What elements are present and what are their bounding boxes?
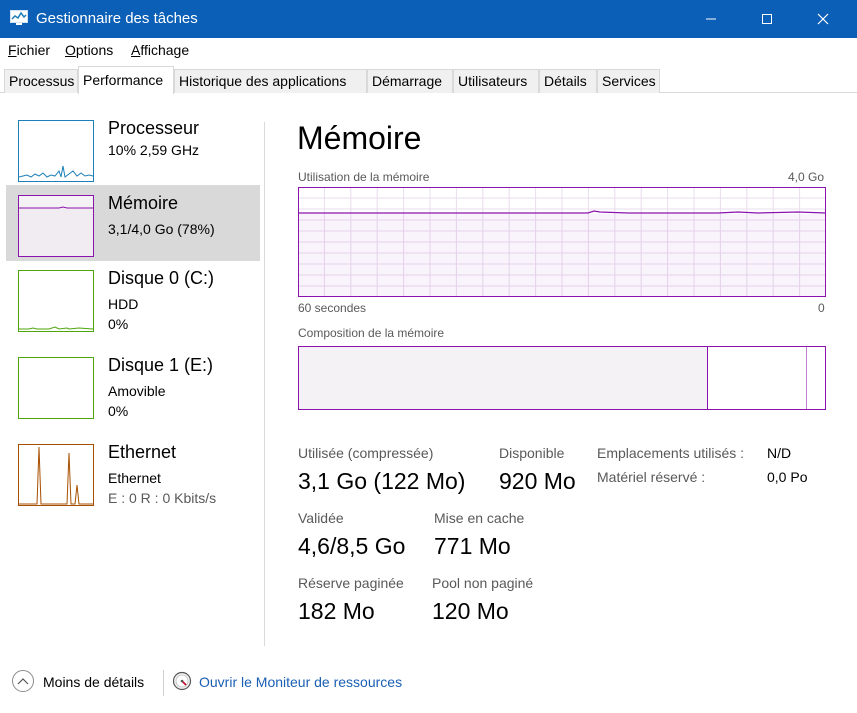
- used-value: 3,1 Go (122 Mo): [298, 468, 466, 494]
- resource-name: Disque 1 (E:): [108, 355, 214, 375]
- tab-demarrage[interactable]: Démarrage: [367, 69, 453, 93]
- ethernet-sparkline: [19, 446, 93, 505]
- resource-monitor-icon[interactable]: [172, 671, 192, 691]
- slots-label: Emplacements utilisés :: [597, 445, 745, 461]
- menu-accel: A: [131, 42, 141, 58]
- tab-services[interactable]: Services: [597, 69, 660, 93]
- resource-memory[interactable]: Mémoire 3,1/4,0 Go (78%): [6, 185, 260, 261]
- resource-disk-0[interactable]: Disque 0 (C:) HDD 0%: [6, 260, 260, 336]
- tab-historique[interactable]: Historique des applications: [174, 69, 367, 93]
- fewer-details-button[interactable]: Moins de détails: [43, 674, 144, 690]
- composition-label: Composition de la mémoire: [298, 326, 445, 340]
- disk0-thumbnail: [18, 270, 94, 332]
- open-resource-monitor-link[interactable]: Ouvrir le Moniteur de ressources: [199, 674, 402, 690]
- tab-processus[interactable]: Processus: [4, 69, 78, 93]
- time-axis-end: 0: [818, 301, 825, 315]
- memory-thumbnail: [18, 195, 94, 257]
- slots-value: N/D: [767, 445, 792, 461]
- window-title: Gestionnaire des tâches: [36, 10, 198, 27]
- nonpaged-pool-label: Pool non paginé: [432, 575, 534, 591]
- footer: Moins de détails Ouvrir le Moniteur de r…: [0, 654, 857, 713]
- resource-name: Ethernet: [108, 442, 177, 462]
- resource-disk-1[interactable]: Disque 1 (E:) Amovible 0%: [6, 347, 260, 423]
- memory-composition-bar: [298, 346, 826, 410]
- tab-performance[interactable]: Performance: [78, 66, 174, 94]
- menu-label: ptions: [75, 42, 114, 58]
- resource-ethernet[interactable]: Ethernet Ethernet E : 0 R : 0 Kbits/s: [6, 434, 260, 510]
- menu-label: ffichage: [140, 42, 190, 58]
- committed-label: Validée: [298, 510, 344, 526]
- chevron-up-icon[interactable]: [12, 670, 34, 692]
- tab-utilisateurs[interactable]: Utilisateurs: [453, 69, 539, 93]
- resource-name: Processeur: [108, 118, 200, 138]
- menu-bar: Fichier Options Affichage: [0, 38, 857, 64]
- resource-detail: 10% 2,59 GHz: [108, 142, 200, 158]
- composition-modified: [806, 347, 807, 409]
- close-icon: [817, 13, 829, 25]
- tab-bar: Processus Performance Historique des app…: [0, 66, 857, 94]
- title-bar: Gestionnaire des tâches: [0, 0, 857, 38]
- reserved-value: 0,0 Po: [767, 469, 808, 485]
- maximize-icon: [762, 14, 772, 24]
- task-manager-icon: [10, 10, 28, 25]
- processor-thumbnail: [18, 120, 94, 182]
- maximize-button[interactable]: [739, 0, 795, 38]
- paged-pool-label: Réserve paginée: [298, 575, 404, 591]
- usage-graph-label: Utilisation de la mémoire: [298, 170, 430, 184]
- paged-pool-value: 182 Mo: [298, 598, 375, 624]
- ethernet-thumbnail: [18, 444, 94, 506]
- resource-percent: 0%: [108, 403, 129, 419]
- disk0-sparkline: [19, 326, 94, 330]
- composition-used: [299, 347, 708, 409]
- tab-details[interactable]: Détails: [539, 69, 597, 93]
- committed-value: 4,6/8,5 Go: [298, 533, 406, 559]
- footer-separator: [163, 670, 164, 696]
- page-title: Mémoire: [297, 120, 422, 156]
- usage-graph-max: 4,0 Go: [788, 170, 825, 184]
- memory-sparkline: [19, 206, 93, 256]
- memory-usage-graph: [298, 187, 826, 297]
- resource-name: Mémoire: [108, 193, 179, 213]
- resource-percent: 0%: [108, 316, 129, 332]
- minimize-icon: [706, 18, 716, 20]
- resource-name: Disque 0 (C:): [108, 268, 215, 288]
- menu-accel: F: [8, 42, 17, 58]
- resource-throughput: E : 0 R : 0 Kbits/s: [108, 490, 217, 506]
- resource-detail: 3,1/4,0 Go (78%): [108, 221, 215, 237]
- available-label: Disponible: [499, 445, 565, 461]
- resource-list: Processeur 10% 2,59 GHz Mémoire 3,1/4,0 …: [0, 94, 265, 654]
- resource-detail: Ethernet: [108, 470, 161, 486]
- available-value: 920 Mo: [499, 468, 576, 494]
- resource-processor[interactable]: Processeur 10% 2,59 GHz: [6, 110, 260, 186]
- menu-accel: O: [65, 42, 76, 58]
- reserved-label: Matériel réservé :: [597, 469, 706, 485]
- resource-detail: Amovible: [108, 383, 166, 399]
- menu-options[interactable]: Options: [65, 42, 113, 58]
- time-axis-label: 60 secondes: [298, 301, 367, 315]
- resource-detail: HDD: [108, 296, 139, 312]
- used-label: Utilisée (compressée): [298, 445, 434, 461]
- menu-fichier[interactable]: Fichier: [8, 42, 50, 58]
- menu-affichage[interactable]: Affichage: [131, 42, 189, 58]
- nonpaged-pool-value: 120 Mo: [432, 598, 509, 624]
- chevron-up-glyph: [17, 678, 29, 685]
- panel-divider: [264, 122, 265, 646]
- disk1-thumbnail: [18, 357, 94, 419]
- minimize-button[interactable]: [683, 0, 739, 38]
- cached-value: 771 Mo: [434, 533, 511, 559]
- close-button[interactable]: [795, 0, 851, 38]
- cached-label: Mise en cache: [434, 510, 525, 526]
- processor-sparkline: [18, 165, 94, 178]
- menu-label: ichier: [16, 42, 51, 58]
